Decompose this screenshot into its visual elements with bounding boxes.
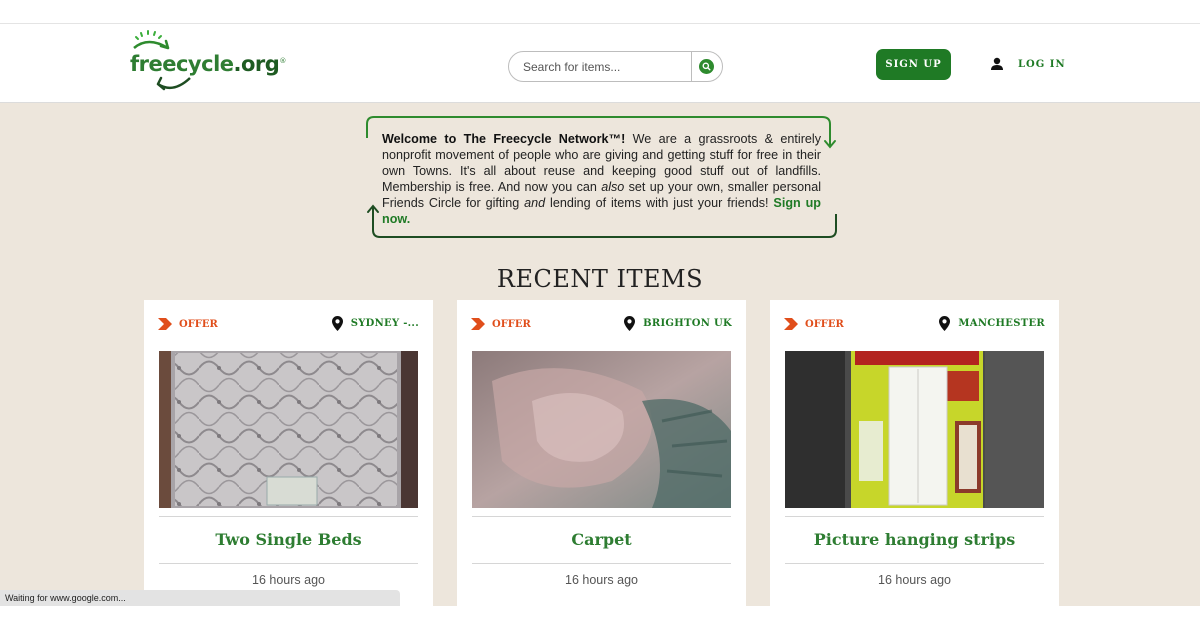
search-divider [691, 52, 692, 81]
location-label: MANCHESTER [958, 318, 1045, 329]
carpet-photo[interactable] [472, 351, 731, 508]
log-in-link[interactable]: LOG IN [990, 55, 1066, 73]
card-divider [159, 563, 418, 564]
browser-top-strip [0, 0, 1200, 24]
offer-label: OFFER [179, 318, 218, 330]
map-pin-icon [939, 316, 951, 331]
item-time: 16 hours ago [878, 573, 951, 587]
search-input[interactable] [523, 52, 688, 81]
map-pin-icon [331, 316, 343, 331]
site-header: freecycle.org® SIGN UP LOG IN [0, 24, 1200, 103]
item-card[interactable]: OFFER SYDNEY -... Two Single Beds 16 hou… [144, 300, 433, 606]
map-pin-icon [624, 316, 636, 331]
welcome-message: Welcome to The Freecycle Network™! We ar… [382, 131, 821, 227]
item-title-link[interactable]: Carpet [472, 530, 731, 549]
offer-tag: OFFER [471, 318, 531, 330]
main-content: Welcome to The Freecycle Network™! We ar… [0, 103, 1200, 606]
item-card[interactable]: OFFER MANCHESTER Picture hanging strips … [770, 300, 1059, 606]
log-in-label: LOG IN [1018, 58, 1066, 70]
logo-text: freecycle.org® [130, 52, 286, 76]
logo-registered-mark: ® [279, 57, 286, 65]
browser-bottom-strip [0, 606, 1200, 628]
welcome-emphasis-also: also [601, 180, 625, 194]
search-box [508, 51, 723, 82]
browser-status-bar: Waiting for www.google.com... [0, 590, 400, 606]
card-divider [159, 516, 418, 517]
sign-up-button[interactable]: SIGN UP [876, 49, 951, 80]
item-location: SYDNEY -... [331, 316, 419, 331]
offer-tag: OFFER [158, 318, 218, 330]
welcome-text-3: lending of items with just your friends! [545, 196, 774, 210]
location-label: BRIGHTON UK [643, 318, 732, 329]
user-icon [991, 57, 1003, 70]
card-divider [472, 516, 731, 517]
offer-label: OFFER [805, 318, 844, 330]
item-time: 16 hours ago [565, 573, 638, 587]
welcome-intro: Welcome to The Freecycle Network™! [382, 132, 626, 146]
item-location: BRIGHTON UK [624, 316, 732, 331]
offer-label: OFFER [492, 318, 531, 330]
logo-text-main: freecycle [130, 52, 234, 76]
item-title-link[interactable]: Two Single Beds [159, 530, 418, 549]
offer-arrow-icon [158, 318, 172, 330]
logo-text-suffix: .org [233, 52, 280, 76]
search-icon [702, 62, 711, 71]
item-location: MANCHESTER [939, 316, 1045, 331]
mattress-photo[interactable] [159, 351, 418, 508]
search-button[interactable] [699, 59, 714, 74]
welcome-emphasis-and: and [524, 196, 546, 210]
card-divider [472, 563, 731, 564]
offer-arrow-icon [471, 318, 485, 330]
offer-tag: OFFER [784, 318, 844, 330]
recent-items-heading: RECENT ITEMS [496, 265, 704, 293]
item-time: 16 hours ago [252, 573, 325, 587]
card-divider [785, 516, 1044, 517]
item-title-link[interactable]: Picture hanging strips [785, 530, 1044, 549]
location-label: SYDNEY -... [350, 318, 419, 329]
hanging-strips-photo[interactable] [785, 351, 1044, 508]
card-divider [785, 563, 1044, 564]
freecycle-logo[interactable]: freecycle.org® [128, 28, 286, 96]
item-card[interactable]: OFFER BRIGHTON UK Carpet 16 hours ago [457, 300, 746, 606]
offer-arrow-icon [784, 318, 798, 330]
